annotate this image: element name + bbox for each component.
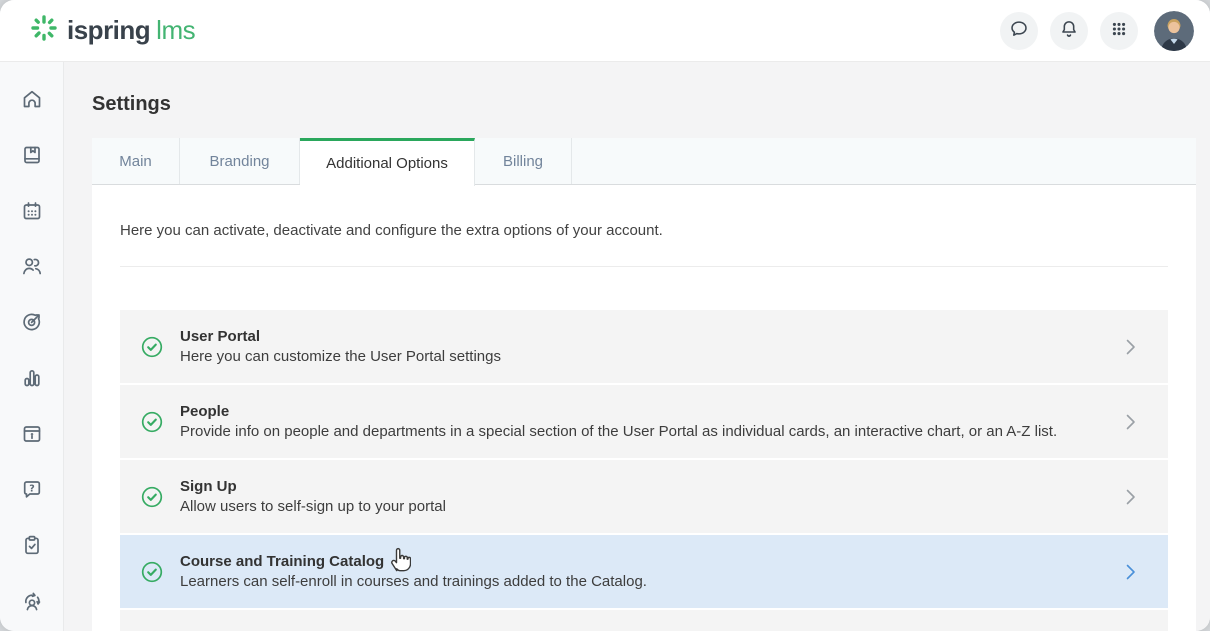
tab-branding[interactable]: Branding (180, 138, 300, 184)
notifications-button[interactable] (1050, 12, 1088, 50)
info-panel-icon (20, 422, 44, 451)
option-description: Learners can self-enroll in courses and … (180, 572, 647, 592)
question-bubble-icon: ? (20, 477, 44, 506)
app-window: ispringlms (0, 0, 1210, 631)
sidebar-item-support[interactable]: ? (8, 464, 56, 520)
messages-button[interactable] (1000, 12, 1038, 50)
option-title: Course and Training Catalog (180, 552, 647, 572)
person-sync-icon (20, 589, 44, 618)
book-icon (20, 143, 44, 172)
settings-tabs: Main Branding Additional Options Billing (92, 138, 1196, 185)
sidebar-item-home[interactable] (8, 74, 56, 130)
left-sidebar: ? (0, 62, 64, 631)
tab-additional-options[interactable]: Additional Options (300, 138, 475, 186)
check-circle-icon (140, 560, 164, 584)
sidebar-item-reports[interactable] (8, 353, 56, 409)
chevron-right-icon (1118, 560, 1142, 584)
options-list: User Portal Here you can customize the U… (120, 310, 1168, 631)
option-row-partial[interactable] (120, 610, 1168, 631)
panel-description: Here you can activate, deactivate and co… (120, 222, 1168, 239)
sidebar-item-tasks[interactable] (8, 520, 56, 576)
option-description: Here you can customize the User Portal s… (180, 347, 501, 367)
option-title: People (180, 402, 1057, 422)
speech-bubble-icon (1008, 18, 1030, 43)
sidebar-item-info[interactable] (8, 408, 56, 464)
top-header: ispringlms (0, 0, 1210, 62)
check-circle-icon (140, 485, 164, 509)
bell-icon (1058, 18, 1080, 43)
option-description: Provide info on people and departments i… (180, 422, 1057, 442)
sidebar-item-goals[interactable] (8, 297, 56, 353)
sidebar-item-trainings[interactable] (8, 575, 56, 631)
divider (120, 266, 1168, 267)
target-arrow-icon (20, 310, 44, 339)
chevron-right-icon (1118, 485, 1142, 509)
chevron-right-icon (1118, 335, 1142, 359)
chevron-right-icon (1118, 410, 1142, 434)
clipboard-check-icon (20, 533, 44, 562)
tab-billing[interactable]: Billing (475, 138, 572, 184)
option-row-user-portal[interactable]: User Portal Here you can customize the U… (120, 310, 1168, 385)
option-title: User Portal (180, 327, 501, 347)
ispring-spark-icon (30, 14, 58, 47)
option-row-people[interactable]: People Provide info on people and depart… (120, 385, 1168, 460)
user-avatar[interactable] (1154, 11, 1194, 51)
option-description: Allow users to self-sign up to your port… (180, 497, 446, 517)
sidebar-item-people[interactable] (8, 241, 56, 297)
additional-options-panel: Here you can activate, deactivate and co… (92, 185, 1196, 631)
page-title: Settings (92, 62, 1196, 117)
apps-grid-icon (1108, 18, 1130, 43)
people-icon (20, 254, 44, 283)
check-circle-icon (140, 410, 164, 434)
home-icon (20, 87, 44, 116)
check-circle-icon (140, 335, 164, 359)
svg-text:?: ? (29, 484, 35, 495)
bar-chart-icon (20, 366, 44, 395)
apps-button[interactable] (1100, 12, 1138, 50)
calendar-icon (20, 199, 44, 228)
header-actions (1000, 11, 1194, 51)
logo-lms-text: lms (156, 15, 195, 45)
sidebar-item-courses[interactable] (8, 130, 56, 186)
option-row-course-catalog[interactable]: Course and Training Catalog Learners can… (120, 535, 1168, 610)
tab-main[interactable]: Main (92, 138, 180, 184)
logo-text: ispringlms (67, 15, 195, 46)
option-title: Sign Up (180, 477, 446, 497)
ispring-lms-logo[interactable]: ispringlms (30, 14, 195, 47)
option-row-sign-up[interactable]: Sign Up Allow users to self-sign up to y… (120, 460, 1168, 535)
sidebar-item-calendar[interactable] (8, 185, 56, 241)
main-area: Settings Main Branding Additional Option… (64, 62, 1210, 631)
